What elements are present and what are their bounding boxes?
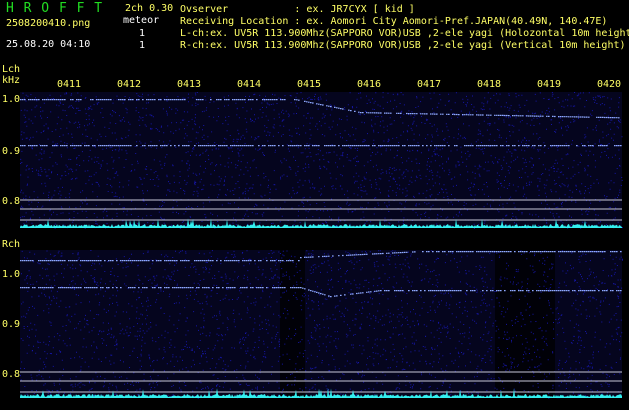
rch-dark-band [495, 250, 555, 398]
lch-spectrogram [20, 92, 623, 229]
lch-background [20, 92, 622, 228]
rch-dark-band [280, 250, 305, 398]
spectrogram-canvas [20, 92, 623, 399]
rch-spectrogram [20, 250, 623, 399]
